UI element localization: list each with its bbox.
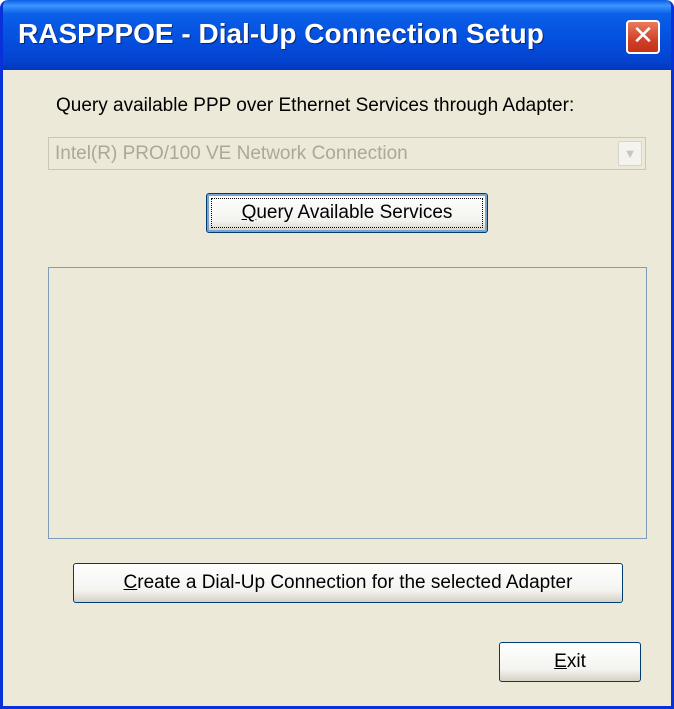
window-title: RASPPPOE - Dial-Up Connection Setup bbox=[18, 18, 544, 49]
chevron-down-icon: ▼ bbox=[623, 146, 637, 161]
services-list[interactable] bbox=[48, 267, 647, 539]
adapter-label: Query available PPP over Ethernet Servic… bbox=[56, 95, 575, 116]
adapter-dropdown[interactable]: Intel(R) PRO/100 VE Network Connection ▼ bbox=[48, 137, 646, 170]
exit-button[interactable]: Exit bbox=[499, 642, 641, 682]
close-icon: ✕ bbox=[632, 21, 654, 51]
query-services-label: Query Available Services bbox=[241, 202, 453, 223]
exit-label: Exit bbox=[554, 651, 586, 672]
create-connection-label: Create a Dial-Up Connection for the sele… bbox=[123, 572, 573, 593]
close-button[interactable]: ✕ bbox=[626, 20, 660, 54]
dialog-window: RASPPPOE - Dial-Up Connection Setup ✕ Qu… bbox=[0, 0, 674, 709]
adapter-dropdown-value: Intel(R) PRO/100 VE Network Connection bbox=[55, 143, 408, 164]
dropdown-arrow-button[interactable]: ▼ bbox=[618, 141, 642, 166]
title-bar[interactable]: RASPPPOE - Dial-Up Connection Setup ✕ bbox=[3, 0, 671, 70]
query-services-button[interactable]: Query Available Services bbox=[206, 193, 488, 233]
create-connection-button[interactable]: Create a Dial-Up Connection for the sele… bbox=[73, 563, 623, 603]
